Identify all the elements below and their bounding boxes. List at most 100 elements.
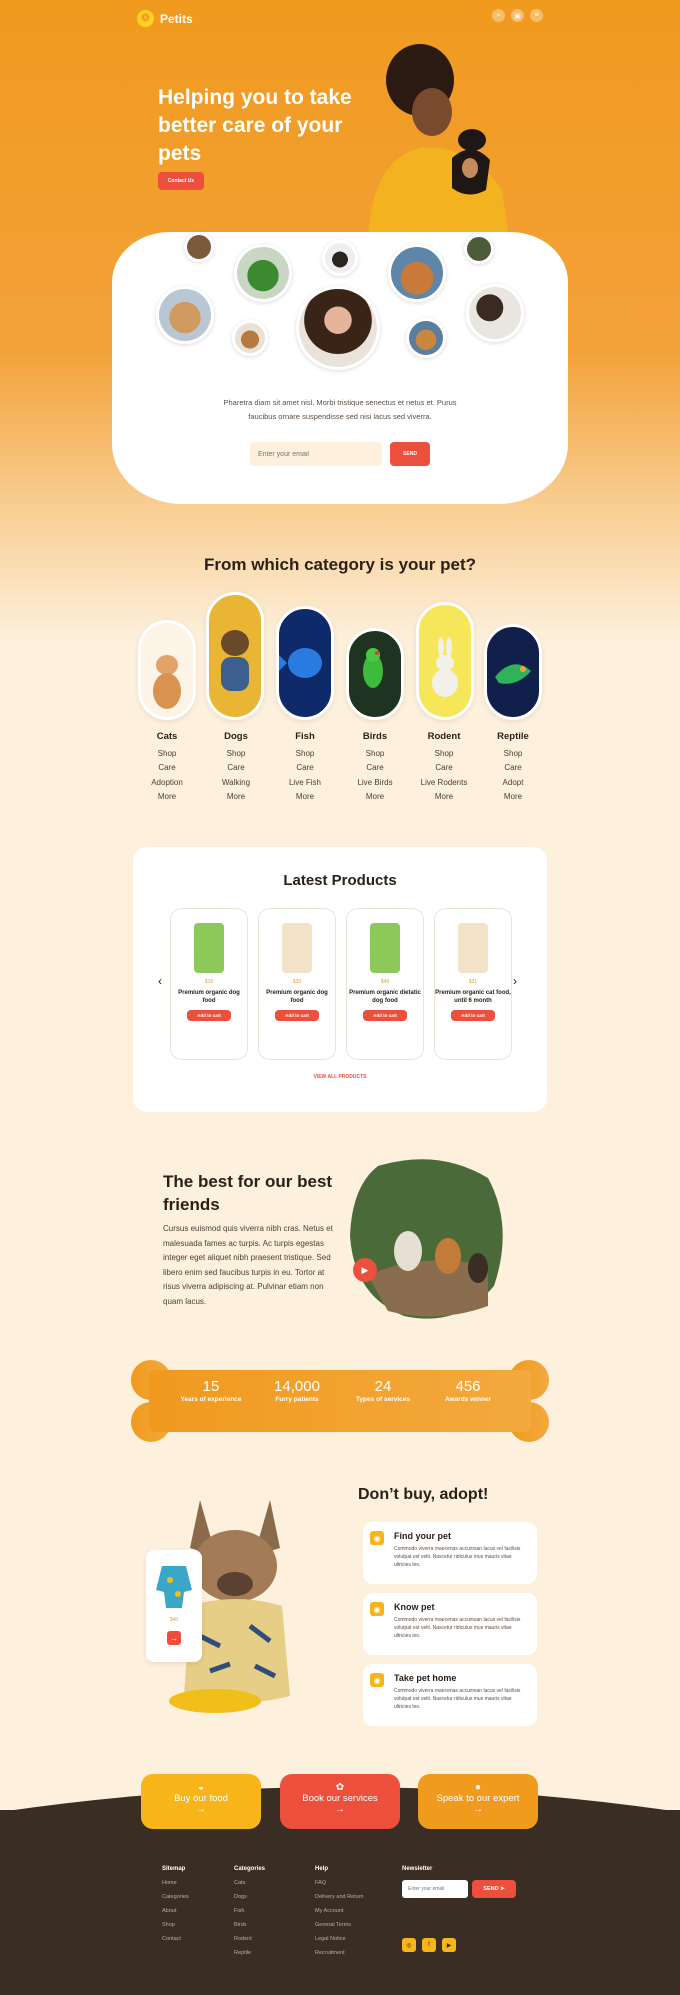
footer-link[interactable]: Birds: [234, 1918, 265, 1932]
pet-photo-bubble: [232, 320, 268, 356]
footer-link[interactable]: FAQ: [315, 1876, 364, 1890]
speak-expert-button[interactable]: ● Speak to our expert →: [418, 1774, 538, 1829]
category-link[interactable]: Live Fish: [270, 776, 340, 791]
footer-link[interactable]: Fish: [234, 1904, 265, 1918]
footer-link[interactable]: Categories: [162, 1890, 189, 1904]
category-link[interactable]: More: [409, 790, 479, 805]
hero-title: Helping you to take better care of your …: [158, 86, 352, 165]
category-link[interactable]: Care: [409, 761, 479, 776]
product-card[interactable]: $33 Premium organic dog food Add to cart: [258, 908, 336, 1060]
product-price: $33: [292, 979, 302, 985]
corgi-photo-bubble: [406, 318, 446, 358]
category-link[interactable]: Adopt: [478, 776, 548, 791]
carousel-prev-icon[interactable]: ‹: [158, 974, 162, 988]
birds-image-pill[interactable]: [346, 628, 404, 720]
category-link[interactable]: More: [132, 790, 202, 805]
category-link[interactable]: More: [201, 790, 271, 805]
stat-label: Awards winner: [444, 1396, 492, 1403]
footer-heading: Help: [315, 1866, 329, 1872]
footer-link[interactable]: Dogs: [234, 1890, 265, 1904]
book-services-button[interactable]: ✿ Book our services →: [280, 1774, 400, 1829]
play-video-icon[interactable]: ▶: [353, 1258, 377, 1282]
category-link[interactable]: Shop: [478, 747, 548, 762]
search-icon[interactable]: ⌕: [492, 9, 505, 22]
mini-price: $40: [169, 1617, 179, 1623]
newsletter-email-input[interactable]: [402, 1880, 468, 1898]
stat-item: 456 Awards winner: [433, 1378, 503, 1404]
product-card[interactable]: $31 Premium organic cat food, until 6 mo…: [434, 908, 512, 1060]
category-name: Rodent: [427, 731, 461, 742]
stat-value: 14,000: [274, 1378, 320, 1395]
contact-us-button[interactable]: Contact Us: [158, 172, 204, 190]
footer-link[interactable]: Shop: [162, 1918, 189, 1932]
product-card[interactable]: $49 Premium organic dietatic dog food Ad…: [346, 908, 424, 1060]
buy-food-button[interactable]: ◒ Buy our food →: [141, 1774, 261, 1829]
footer-link[interactable]: General Terms: [315, 1918, 364, 1932]
category-link[interactable]: Shop: [340, 747, 410, 762]
footer-sitemap: Sitemap Home Categories About Shop Conta…: [162, 1862, 189, 1946]
category-link[interactable]: More: [270, 790, 340, 805]
category-name: Dogs: [224, 731, 248, 742]
fish-image-pill[interactable]: [276, 606, 334, 720]
footer-link[interactable]: Cats: [234, 1876, 265, 1890]
category-link[interactable]: Care: [340, 761, 410, 776]
facebook-icon[interactable]: f: [422, 1938, 436, 1952]
category-link[interactable]: More: [340, 790, 410, 805]
category-link[interactable]: Shop: [201, 747, 271, 762]
add-to-cart-button[interactable]: Add to cart: [451, 1010, 495, 1021]
footer-link[interactable]: Rodent: [234, 1932, 265, 1946]
footer-link[interactable]: Reptile: [234, 1946, 265, 1960]
adopt-title: Don’t buy, adopt!: [358, 1486, 489, 1503]
category-link[interactable]: Care: [201, 761, 271, 776]
dogs-image-pill[interactable]: [206, 592, 264, 720]
category-dogs: Dogs Shop Care Walking More: [201, 730, 271, 805]
footer-link[interactable]: Delivery and Return: [315, 1890, 364, 1904]
product-mini-card[interactable]: $40 →: [146, 1550, 202, 1662]
footer-link[interactable]: My Account: [315, 1904, 364, 1918]
hero-woman-with-dog-image: [368, 44, 510, 245]
category-link[interactable]: Care: [270, 761, 340, 776]
category-link[interactable]: Care: [132, 761, 202, 776]
category-cats: Cats Shop Care Adoption More: [132, 730, 202, 805]
menu-icon[interactable]: ≡: [530, 9, 543, 22]
hero-email-input[interactable]: [250, 442, 382, 466]
add-to-cart-button[interactable]: Add to cart: [363, 1010, 407, 1021]
category-link[interactable]: More: [478, 790, 548, 805]
cart-icon[interactable]: ▣: [511, 9, 524, 22]
send-label: SEND: [483, 1886, 499, 1892]
carousel-next-icon[interactable]: ›: [513, 974, 517, 988]
category-link[interactable]: Shop: [132, 747, 202, 762]
category-link[interactable]: Shop: [270, 747, 340, 762]
view-all-products-link[interactable]: VIEW ALL PRODUCTS: [240, 1074, 440, 1080]
logo-text: Petits: [160, 11, 193, 26]
category-link[interactable]: Care: [478, 761, 548, 776]
add-to-cart-button[interactable]: Add to cart: [275, 1010, 319, 1021]
step-text: Commodo viverra maecenas accumsan lacus …: [394, 1617, 521, 1639]
category-link[interactable]: Walking: [201, 776, 271, 791]
category-link[interactable]: Live Birds: [340, 776, 410, 791]
product-card[interactable]: $16 Premium organic dog food Add to cart: [170, 908, 248, 1060]
reptile-image-pill[interactable]: [484, 624, 542, 720]
dogs-blob-image: [350, 1159, 503, 1319]
footer-link[interactable]: Legal Notice: [315, 1932, 364, 1946]
spa-icon: ✿: [335, 1782, 345, 1793]
youtube-icon[interactable]: ▶: [442, 1938, 456, 1952]
footer-link[interactable]: Contact: [162, 1932, 189, 1946]
stat-item: 14,000 Furry patients: [262, 1378, 332, 1404]
category-link[interactable]: Live Rodents: [409, 776, 479, 791]
footer-link[interactable]: About: [162, 1904, 189, 1918]
category-link[interactable]: Shop: [409, 747, 479, 762]
logo[interactable]: ❂ Petits: [137, 10, 193, 27]
step-text: Commodo viverra maecenas accumsan lacus …: [394, 1546, 521, 1568]
footer-link[interactable]: Recruitment: [315, 1946, 364, 1960]
hero-send-button[interactable]: SEND: [390, 442, 430, 466]
mini-next-icon[interactable]: →: [167, 1631, 181, 1645]
cats-image-pill[interactable]: [138, 620, 196, 720]
stat-label: Furry patients: [275, 1396, 319, 1403]
footer-link[interactable]: Home: [162, 1876, 189, 1890]
newsletter-send-button[interactable]: SEND ➤: [472, 1880, 516, 1898]
category-link[interactable]: Adoption: [132, 776, 202, 791]
instagram-icon[interactable]: ◎: [402, 1938, 416, 1952]
add-to-cart-button[interactable]: Add to cart: [187, 1010, 231, 1021]
rodent-image-pill[interactable]: [416, 602, 474, 720]
